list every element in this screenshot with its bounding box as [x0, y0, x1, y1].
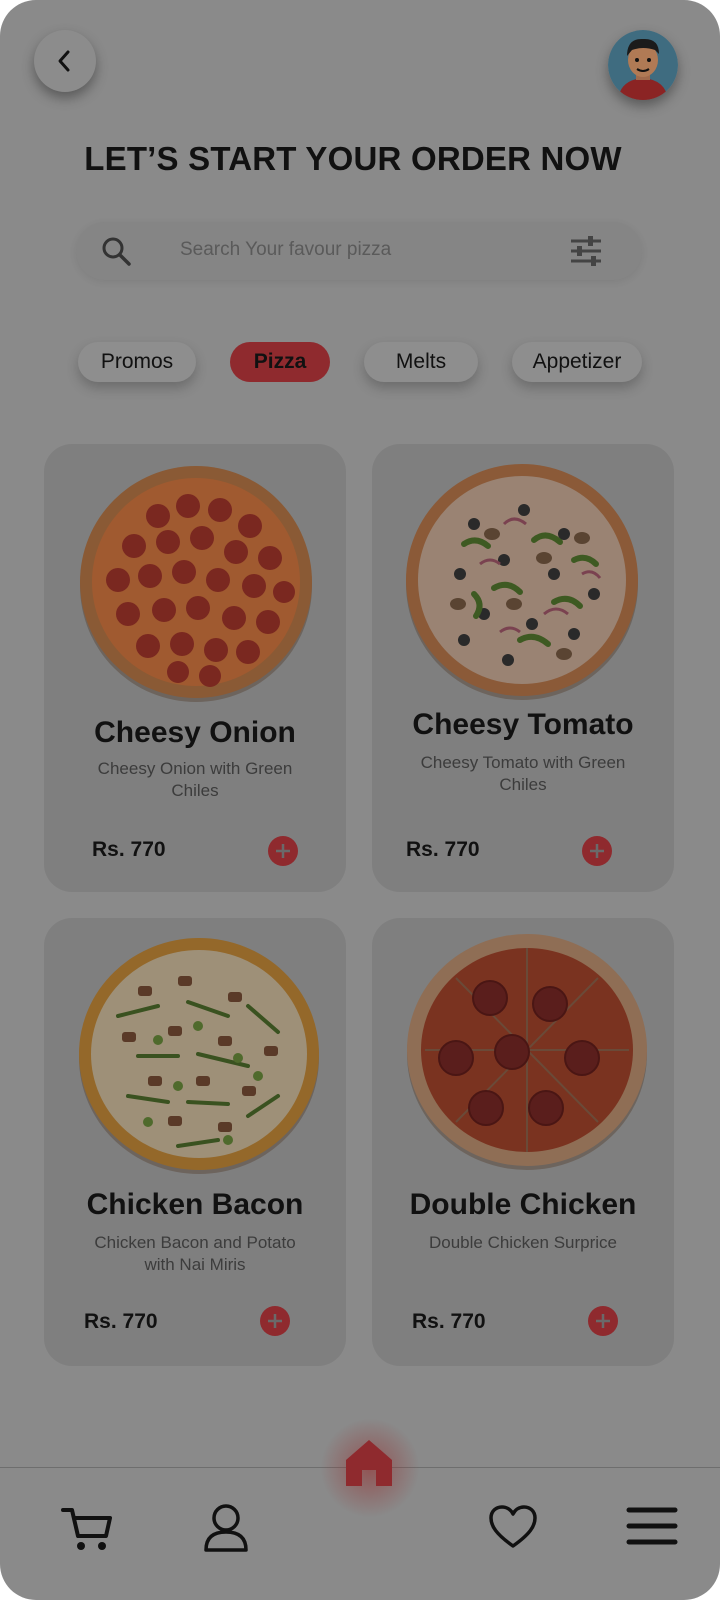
- product-name: Cheesy Onion: [94, 716, 296, 749]
- plus-icon: [268, 1314, 282, 1328]
- category-chip-label: Pizza: [253, 350, 307, 373]
- category-chip-melts[interactable]: Melts: [364, 342, 478, 382]
- category-chip-appetizer[interactable]: Appetizer: [512, 342, 642, 382]
- category-chip-pizza[interactable]: Pizza: [230, 342, 330, 382]
- product-card[interactable]: Cheesy Tomato Cheesy Tomato with Green C…: [372, 444, 674, 892]
- add-to-cart-button[interactable]: [588, 1306, 618, 1336]
- product-name: Chicken Bacon: [86, 1188, 304, 1221]
- product-description: Chicken Bacon and Potato with Nai Miris: [94, 1233, 296, 1274]
- plus-icon: [596, 1314, 610, 1328]
- product-name: Cheesy Tomato: [412, 708, 634, 741]
- category-chip-label: Promos: [100, 350, 174, 373]
- search-bar[interactable]: Search Your favour pizza: [76, 222, 642, 280]
- product-price: Rs. 770: [92, 838, 166, 861]
- product-card[interactable]: Double Chicken Double Chicken Surprice R…: [372, 918, 674, 1366]
- profile-icon[interactable]: [202, 1502, 250, 1554]
- chevron-left-icon: [58, 50, 70, 72]
- chicken-pizza-image: [79, 938, 319, 1174]
- user-avatar-icon: [608, 30, 678, 100]
- add-to-cart-button[interactable]: [268, 836, 298, 866]
- app-screen: LET’S START YOUR ORDER NOW Search Your f…: [0, 0, 720, 1600]
- product-price: Rs. 770: [412, 1310, 486, 1333]
- home-icon[interactable]: [342, 1436, 396, 1490]
- product-price: Rs. 770: [406, 838, 480, 861]
- back-button[interactable]: [34, 30, 96, 92]
- plus-icon: [590, 844, 604, 858]
- product-name: Double Chicken: [409, 1188, 637, 1221]
- category-chip-label: Melts: [395, 350, 447, 373]
- cart-icon[interactable]: [60, 1504, 114, 1554]
- menu-icon[interactable]: [626, 1506, 678, 1546]
- veggie-pizza-image: [406, 464, 638, 700]
- heart-icon[interactable]: [488, 1504, 538, 1550]
- salami-pizza-image: [407, 934, 647, 1170]
- product-card[interactable]: Cheesy Onion Cheesy Onion with Green Chi…: [44, 444, 346, 892]
- product-description: Cheesy Tomato with Green Chiles: [420, 753, 626, 794]
- product-card[interactable]: Chicken Bacon Chicken Bacon and Potato w…: [44, 918, 346, 1366]
- add-to-cart-button[interactable]: [582, 836, 612, 866]
- page-title: LET’S START YOUR ORDER NOW: [84, 140, 622, 177]
- product-description: Double Chicken Surprice: [428, 1233, 618, 1252]
- category-chip-promos[interactable]: Promos: [78, 342, 196, 382]
- user-avatar[interactable]: [608, 30, 678, 100]
- search-input[interactable]: Search Your favour pizza: [180, 239, 391, 261]
- add-to-cart-button[interactable]: [260, 1306, 290, 1336]
- search-icon: [102, 237, 131, 266]
- product-description: Cheesy Onion with Green Chiles: [97, 759, 293, 800]
- plus-icon: [276, 844, 290, 858]
- pepperoni-pizza-image: [80, 466, 312, 702]
- product-price: Rs. 770: [84, 1310, 158, 1333]
- category-chip-label: Appetizer: [532, 350, 622, 373]
- sliders-icon[interactable]: [568, 233, 604, 269]
